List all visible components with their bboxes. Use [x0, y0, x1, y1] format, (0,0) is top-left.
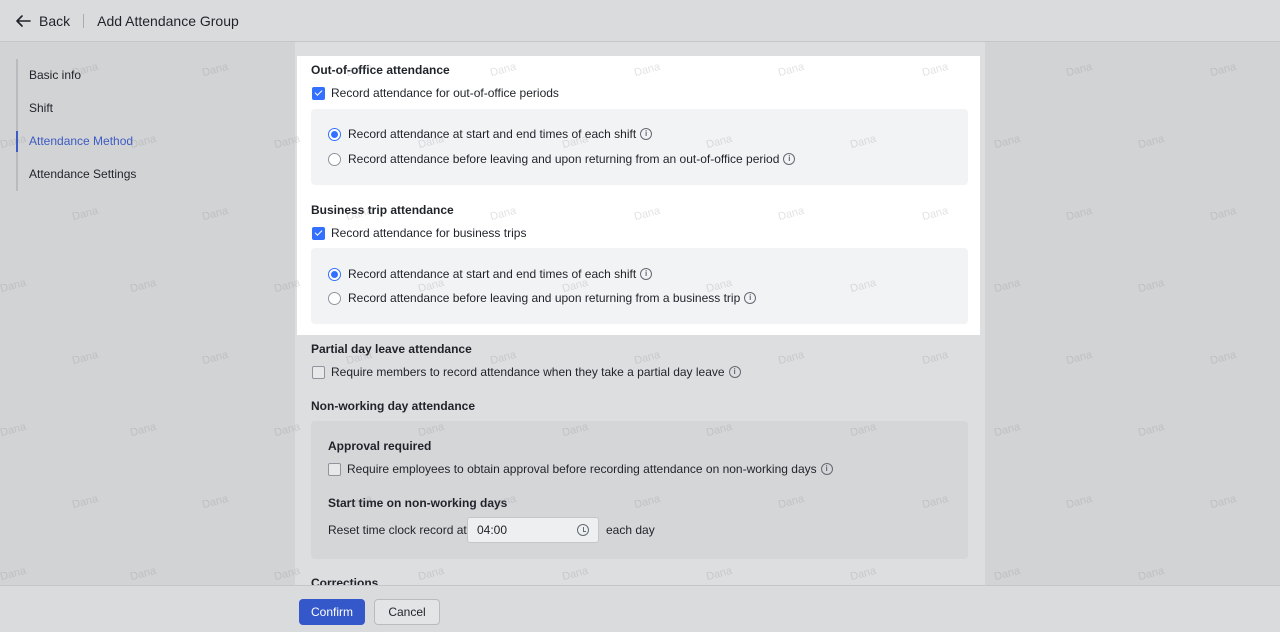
option-label: Record attendance before leaving and upo… [348, 291, 741, 305]
option-label: Record attendance at start and end times… [348, 127, 637, 141]
arrow-left-icon [16, 14, 31, 27]
non-working-title: Non-working day attendance [311, 399, 476, 413]
page-title: Add Attendance Group [97, 12, 239, 29]
reset-label: Reset time clock record at [328, 523, 467, 537]
radio-selected[interactable] [328, 267, 341, 281]
corrections-title: Corrections [311, 577, 379, 585]
top-bar: Back Add Attendance Group [0, 0, 1280, 42]
out-of-office-title: Out-of-office attendance [311, 63, 450, 77]
watermark-text: Dana [992, 132, 1022, 152]
out-of-office-checkbox-label: Record attendance for out-of-office peri… [331, 86, 559, 100]
watermark-text: Dana [128, 564, 158, 584]
option-label: Record attendance at start and end times… [348, 267, 637, 281]
business-trip-checkbox[interactable] [312, 226, 325, 240]
radio-selected[interactable] [328, 127, 341, 141]
option-label: Record attendance before leaving and upo… [348, 152, 780, 166]
info-icon[interactable]: i [744, 292, 757, 304]
watermark-text: Dana [1208, 492, 1238, 512]
each-day-label: each day [606, 523, 655, 537]
info-icon[interactable]: i [728, 366, 741, 378]
nav-item-attendance-settings[interactable]: Attendance Settings [18, 158, 216, 191]
reset-time-value: 04:00 [477, 523, 508, 537]
confirm-button[interactable]: Confirm [299, 599, 365, 625]
business-trip-checkbox-row[interactable]: Record attendance for business trips [312, 226, 526, 240]
business-trip-title: Business trip attendance [311, 203, 454, 217]
info-icon[interactable]: i [820, 463, 833, 475]
watermark-text: Dana [70, 204, 100, 224]
watermark-text: Dana [0, 420, 28, 440]
nav-item-basic-info[interactable]: Basic info [18, 59, 216, 92]
watermark-text: Dana [1208, 60, 1238, 80]
approval-title: Approval required [328, 439, 432, 453]
business-trip-checkbox-label: Record attendance for business trips [331, 226, 527, 240]
approval-checkbox[interactable] [328, 462, 341, 476]
watermark-text: Dana [0, 276, 28, 296]
out-of-office-checkbox[interactable] [312, 86, 325, 100]
cancel-button[interactable]: Cancel [374, 599, 440, 625]
out-of-office-checkbox-row[interactable]: Record attendance for out-of-office peri… [312, 86, 559, 100]
clock-icon [577, 524, 589, 536]
watermark-text: Dana [70, 492, 100, 512]
nav-item-attendance-method[interactable]: Attendance Method [16, 125, 216, 158]
partial-day-checkbox-label: Require members to record attendance whe… [331, 365, 725, 379]
out-of-office-options [311, 109, 968, 185]
business-trip-option-shift[interactable]: Record attendance at start and end times… [328, 267, 653, 281]
section-nav: Basic info Shift Attendance Method Atten… [16, 59, 216, 191]
partial-day-checkbox[interactable] [312, 365, 325, 379]
approval-checkbox-row[interactable]: Require employees to obtain approval bef… [328, 462, 833, 476]
header-divider [83, 13, 85, 28]
watermark-text: Dana [992, 564, 1022, 584]
radio-unselected[interactable] [328, 152, 341, 166]
watermark-text: Dana [1064, 348, 1094, 368]
watermark-text: Dana [1136, 564, 1166, 584]
corrections-clip: Corrections [311, 577, 511, 585]
watermark-text: Dana [1064, 204, 1094, 224]
footer-bar: Confirm Cancel [0, 585, 1280, 632]
watermark-text: Dana [1136, 276, 1166, 296]
approval-checkbox-label: Require employees to obtain approval bef… [347, 462, 817, 476]
nav-item-shift[interactable]: Shift [18, 92, 216, 125]
watermark-text: Dana [0, 564, 28, 584]
watermark-text: Dana [992, 276, 1022, 296]
watermark-text: Dana [1136, 132, 1166, 152]
back-label: Back [39, 12, 71, 29]
watermark-text: Dana [1208, 348, 1238, 368]
watermark-text: Dana [128, 420, 158, 440]
radio-unselected[interactable] [328, 291, 341, 305]
business-trip-options [311, 248, 968, 324]
info-icon[interactable]: i [783, 153, 796, 165]
back-button[interactable]: Back [14, 12, 70, 30]
watermark-text: Dana [1136, 420, 1166, 440]
watermark-text: Dana [200, 204, 230, 224]
info-icon[interactable]: i [640, 268, 653, 280]
watermark-text: Dana [1064, 492, 1094, 512]
watermark-text: Dana [200, 348, 230, 368]
out-of-office-option-shift[interactable]: Record attendance at start and end times… [328, 127, 653, 141]
watermark-text: Dana [1208, 204, 1238, 224]
partial-day-checkbox-row[interactable]: Require members to record attendance whe… [312, 365, 741, 379]
out-of-office-option-leave-return[interactable]: Record attendance before leaving and upo… [328, 152, 796, 166]
partial-day-title: Partial day leave attendance [311, 342, 472, 356]
watermark-text: Dana [128, 276, 158, 296]
watermark-text: Dana [70, 348, 100, 368]
business-trip-option-leave-return[interactable]: Record attendance before leaving and upo… [328, 291, 757, 305]
reset-time-input[interactable]: 04:00 [467, 517, 599, 543]
watermark-text: Dana [200, 492, 230, 512]
watermark-text: Dana [992, 420, 1022, 440]
start-time-title: Start time on non-working days [328, 496, 508, 510]
info-icon[interactable]: i [640, 128, 653, 140]
watermark-text: Dana [1064, 60, 1094, 80]
